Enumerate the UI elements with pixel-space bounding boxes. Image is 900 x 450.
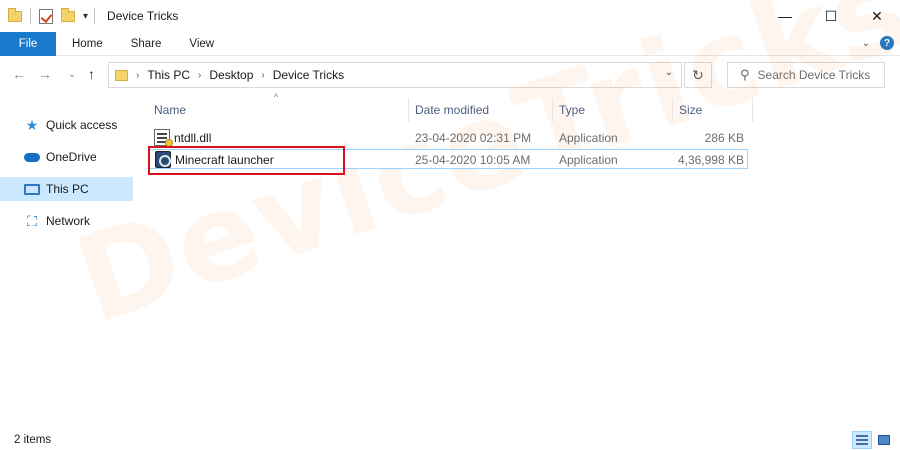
folder-icon	[8, 7, 22, 22]
file-name: ntdll.dll	[174, 131, 212, 145]
back-arrow-icon[interactable]: ←	[12, 66, 26, 82]
column-divider[interactable]	[672, 98, 673, 122]
quick-access-toolbar: ▾	[8, 7, 103, 24]
column-divider[interactable]	[552, 98, 553, 122]
sidebar-item-quick-access[interactable]: ★ Quick access	[0, 113, 133, 137]
file-list: ^ Name Date modified Type Size ntdll.dll…	[140, 90, 900, 420]
column-header-date-modified[interactable]: Date modified	[415, 98, 489, 122]
navigation-bar: ← → ⌄ ↑ › This PC › Desktop › Device Tri…	[0, 60, 900, 90]
customize-toolbar-chevron-icon[interactable]: ▾	[83, 11, 88, 22]
file-type: Application	[559, 153, 618, 167]
maximize-button[interactable]: ☐	[808, 0, 854, 32]
breadcrumb-this-pc[interactable]: This PC	[147, 68, 190, 82]
breadcrumb-separator-icon[interactable]: ›	[198, 70, 201, 81]
column-divider[interactable]	[752, 98, 753, 122]
search-input[interactable]	[757, 68, 878, 82]
tab-share[interactable]: Share	[117, 32, 176, 56]
large-icons-view-button[interactable]	[874, 431, 894, 449]
sort-ascending-icon: ^	[274, 92, 279, 102]
title-bar: ▾ Device Tricks — ☐ ✕	[0, 0, 900, 32]
highlight-box	[148, 146, 345, 175]
up-arrow-icon[interactable]: ↑	[88, 66, 95, 82]
file-size: 4,36,998 KB	[677, 153, 744, 167]
new-folder-icon[interactable]	[61, 7, 75, 22]
dll-file-icon	[154, 129, 173, 147]
details-view-icon	[856, 435, 868, 445]
address-bar[interactable]: › This PC › Desktop › Device Tricks ⌄	[108, 62, 682, 88]
sidebar-item-label: Quick access	[46, 118, 118, 132]
sidebar-item-label: This PC	[46, 182, 89, 196]
tab-view[interactable]: View	[175, 32, 228, 56]
star-icon: ★	[25, 116, 39, 133]
cloud-icon	[24, 150, 40, 164]
file-date-modified: 23-04-2020 02:31 PM	[415, 131, 532, 145]
file-type: Application	[559, 131, 618, 145]
expand-ribbon-chevron-icon[interactable]: ⌄	[862, 38, 870, 49]
column-header-type[interactable]: Type	[559, 98, 585, 122]
properties-icon[interactable]	[39, 8, 53, 24]
sidebar-item-label: Network	[46, 214, 91, 228]
close-button[interactable]: ✕	[854, 0, 900, 32]
column-divider[interactable]	[408, 98, 409, 122]
recent-locations-chevron-icon[interactable]: ⌄	[68, 69, 76, 80]
sidebar-item-network[interactable]: ⛶ Network	[0, 209, 133, 233]
refresh-icon: ↻	[692, 66, 704, 83]
address-dropdown-chevron-icon[interactable]: ⌄	[665, 67, 673, 78]
ribbon: File Home Share View ⌄ ?	[0, 31, 900, 56]
breadcrumb-device-tricks[interactable]: Device Tricks	[273, 68, 344, 82]
toolbar-divider	[94, 8, 96, 24]
column-header-size[interactable]: Size	[679, 98, 702, 122]
toolbar-divider	[30, 8, 31, 24]
refresh-button[interactable]: ↻	[684, 62, 712, 88]
sidebar-item-onedrive[interactable]: OneDrive	[0, 145, 133, 169]
breadcrumb-separator-icon[interactable]: ›	[136, 70, 139, 81]
file-size: 286 KB	[704, 131, 744, 145]
item-count: 2 items	[14, 434, 52, 446]
table-row[interactable]: ntdll.dll 23-04-2020 02:31 PM Applicatio…	[148, 128, 748, 148]
search-icon: ⚲	[740, 67, 750, 82]
details-view-button[interactable]	[852, 431, 872, 449]
search-box[interactable]: ⚲	[727, 62, 885, 88]
forward-arrow-icon[interactable]: →	[38, 66, 52, 82]
file-date-modified: 25-04-2020 10:05 AM	[415, 153, 531, 167]
column-header-name[interactable]: Name	[154, 98, 186, 122]
large-icons-view-icon	[878, 435, 890, 445]
breadcrumb-separator-icon[interactable]: ›	[261, 70, 264, 81]
tab-file[interactable]: File	[0, 31, 56, 56]
folder-icon	[115, 69, 128, 81]
help-icon[interactable]: ?	[880, 36, 894, 50]
computer-icon	[24, 182, 40, 196]
network-icon: ⛶	[27, 212, 37, 229]
navigation-pane: ★ Quick access OneDrive This PC ⛶ Networ…	[0, 108, 134, 408]
sidebar-item-this-pc[interactable]: This PC	[0, 177, 133, 201]
tab-home[interactable]: Home	[58, 32, 117, 56]
sidebar-item-label: OneDrive	[46, 150, 97, 164]
window-title: Device Tricks	[107, 9, 179, 23]
breadcrumb-desktop[interactable]: Desktop	[209, 68, 253, 82]
status-bar: 2 items	[0, 430, 900, 450]
minimize-button[interactable]: —	[762, 0, 808, 32]
